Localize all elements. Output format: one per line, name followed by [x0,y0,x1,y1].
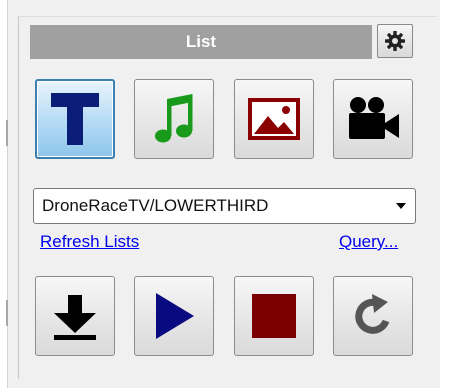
image-type-button[interactable] [234,79,314,159]
left-border [0,0,8,388]
gear-icon [385,31,405,51]
video-type-button[interactable] [333,79,413,159]
music-note-icon [155,94,193,143]
text-type-button[interactable] [35,79,115,159]
download-arrow-icon [54,295,96,340]
play-button[interactable] [134,276,214,356]
rotate-button[interactable] [333,276,413,356]
splitter-mark [6,120,8,146]
load-button[interactable] [35,276,115,356]
refresh-lists-link[interactable]: Refresh Lists [40,232,139,252]
right-border [440,0,450,388]
stop-button[interactable] [234,276,314,356]
video-camera-icon [349,97,399,139]
app-window: List DroneRaceTV/LOWERTHIRD Refresh List… [0,0,450,388]
query-link[interactable]: Query... [339,232,398,252]
panel-title: List [30,25,372,59]
play-icon [156,293,194,339]
text-t-icon [51,93,99,145]
list-select-value: DroneRaceTV/LOWERTHIRD [42,196,269,215]
audio-type-button[interactable] [134,79,214,159]
settings-button[interactable] [377,24,413,58]
splitter-mark [6,300,8,326]
chevron-down-icon [396,203,406,209]
picture-icon [248,98,300,140]
stop-icon [252,294,296,338]
rotate-icon [355,294,390,334]
list-select[interactable]: DroneRaceTV/LOWERTHIRD [33,188,416,224]
